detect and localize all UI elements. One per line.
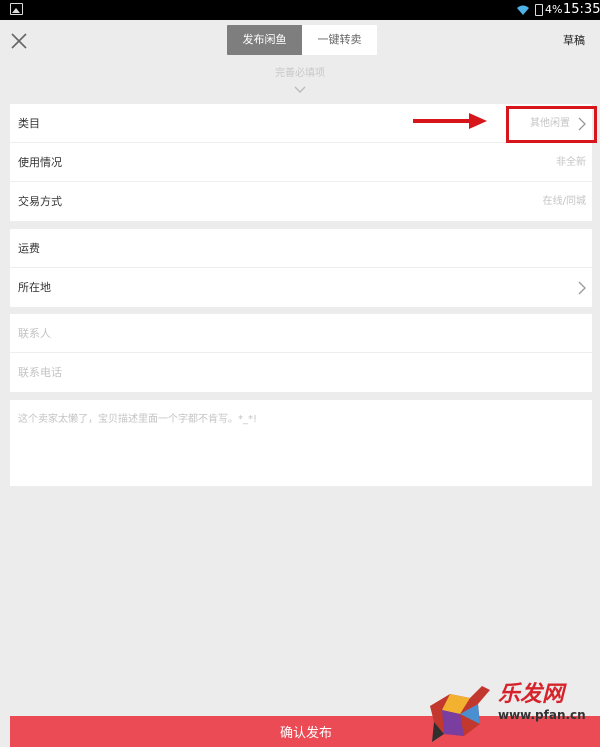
basic-info-card: 类目 其他闲置 使用情况 非全新 交易方式 在线/同城 <box>10 104 592 221</box>
annotation-arrow-icon <box>413 113 487 129</box>
watermark-text: 乐发网 <box>498 681 565 707</box>
trade-method-value: 在线/同城 <box>542 196 586 207</box>
category-row[interactable]: 类目 其他闲置 <box>10 104 592 143</box>
bull-logo-icon <box>430 686 490 742</box>
shipping-card: 运费 所在地 <box>10 229 592 307</box>
phone-placeholder: 联系电话 <box>18 366 62 379</box>
location-row[interactable]: 所在地 <box>10 268 592 307</box>
battery-level: 4% <box>545 3 563 16</box>
chevron-down-icon[interactable] <box>294 86 306 94</box>
annotation-highlight-box <box>506 106 597 143</box>
shipping-fee-row[interactable]: 运费 <box>10 229 592 268</box>
draft-button[interactable]: 草稿 <box>563 32 585 48</box>
trade-method-label: 交易方式 <box>18 195 62 208</box>
tab-resell[interactable]: 一键转卖 <box>302 25 377 55</box>
description-field[interactable]: 这个卖家太懒了，宝贝描述里面一个字都不肯写。*_*! <box>10 400 592 486</box>
category-label: 类目 <box>18 117 40 130</box>
trade-method-row[interactable]: 交易方式 在线/同城 <box>10 182 592 221</box>
header: 发布闲鱼 一键转卖 草稿 <box>0 20 600 63</box>
required-hint: 完善必填项 <box>275 68 325 79</box>
condition-value: 非全新 <box>556 157 586 168</box>
location-label: 所在地 <box>18 281 51 294</box>
publish-tabs: 发布闲鱼 一键转卖 <box>227 25 377 55</box>
condition-label: 使用情况 <box>18 156 62 169</box>
condition-row[interactable]: 使用情况 非全新 <box>10 143 592 182</box>
clock: 15:35 <box>563 2 600 17</box>
image-notification-icon <box>10 3 23 15</box>
watermark-logo: 乐发网 www.pfan.cn <box>420 676 600 747</box>
phone-field[interactable]: 联系电话 <box>10 353 592 392</box>
sim-icon <box>535 4 543 16</box>
wifi-icon <box>517 5 529 15</box>
status-bar: 4% 15:35 <box>0 0 600 20</box>
watermark-url: www.pfan.cn <box>498 708 586 722</box>
contact-card: 联系人 联系电话 <box>10 314 592 392</box>
chevron-right-icon <box>578 281 586 295</box>
contact-placeholder: 联系人 <box>18 327 51 340</box>
close-icon[interactable] <box>10 32 28 50</box>
contact-field[interactable]: 联系人 <box>10 314 592 353</box>
tab-publish[interactable]: 发布闲鱼 <box>227 25 302 55</box>
shipping-fee-label: 运费 <box>18 242 40 255</box>
